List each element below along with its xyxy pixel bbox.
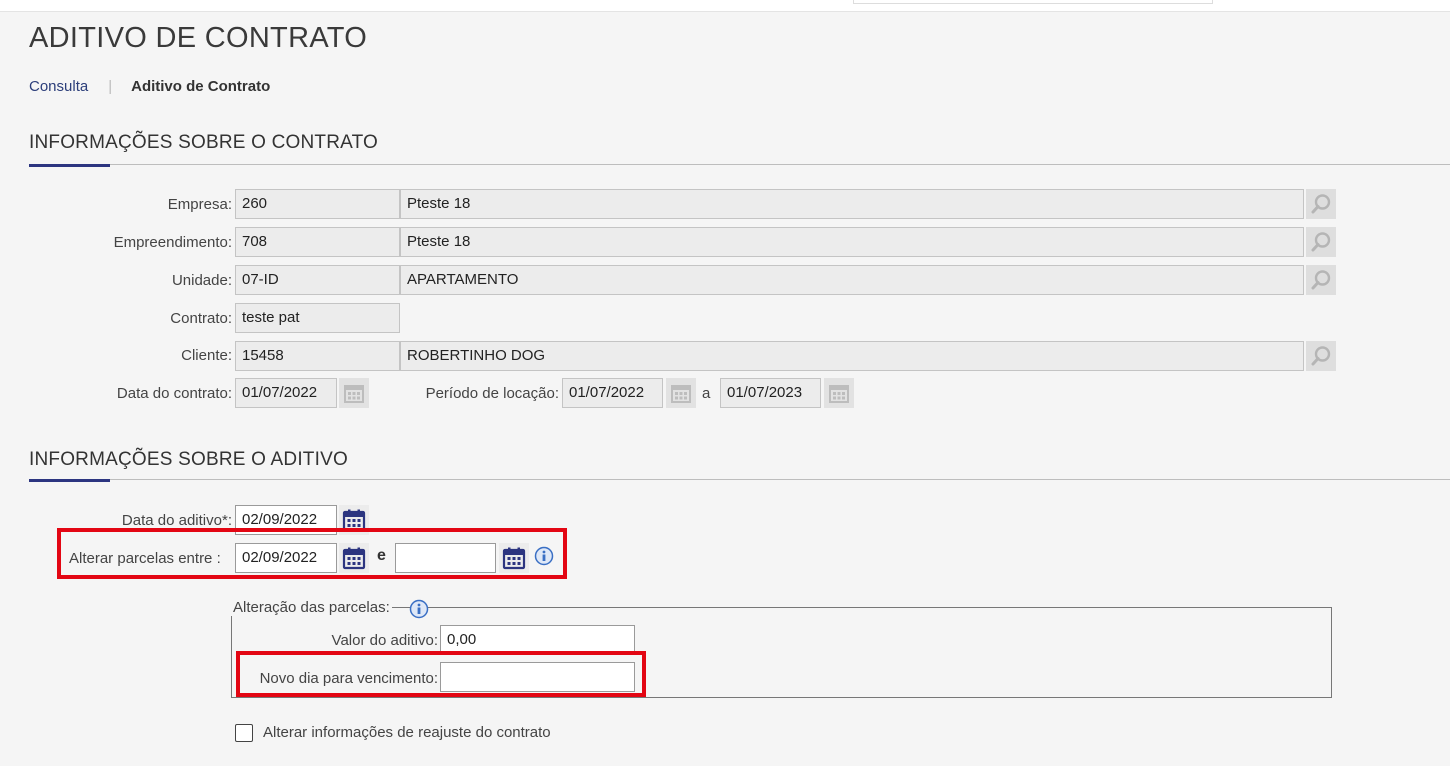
breadcrumb-current: Aditivo de Contrato [131, 78, 271, 95]
cliente-search-button[interactable] [1306, 341, 1336, 371]
empreendimento-code-field: 708 [235, 227, 400, 257]
empreendimento-name-field: Pteste 18 [400, 227, 1304, 257]
novo-dia-input[interactable] [440, 662, 635, 692]
calendar-icon [502, 547, 526, 570]
alterar-parcelas-label: Alterar parcelas entre : [69, 550, 221, 567]
section-accent-bar [29, 479, 110, 482]
section-divider [29, 479, 1450, 480]
calendar-icon [829, 385, 849, 403]
data-contrato-calendar-button[interactable] [339, 378, 369, 408]
calendar-icon [344, 385, 364, 403]
search-icon [1311, 270, 1331, 290]
contract-section-title: INFORMAÇÕES SOBRE O CONTRATO [29, 132, 379, 153]
page-title: ADITIVO DE CONTRATO [29, 22, 368, 54]
alterar-parcelas-inicio-input[interactable]: 02/09/2022 [235, 543, 337, 573]
search-icon [1311, 194, 1331, 214]
data-aditivo-label: Data do aditivo*: [121, 512, 232, 529]
cliente-name-field: ROBERTINHO DOG [400, 341, 1304, 371]
periodo-inicio-field: 01/07/2022 [562, 378, 663, 408]
data-contrato-field: 01/07/2022 [235, 378, 337, 408]
breadcrumb-link-consulta[interactable]: Consulta [29, 78, 88, 95]
periodo-locacao-label: Período de locação: [425, 385, 559, 402]
calendar-icon [342, 547, 366, 570]
novo-dia-label: Novo dia para vencimento: [259, 670, 438, 687]
alteracao-parcelas-legend: Alteração das parcelas: [231, 599, 392, 616]
alterar-parcelas-inicio-calendar-button[interactable] [339, 543, 369, 573]
search-icon [1311, 346, 1331, 366]
contrato-label: Contrato: [170, 310, 232, 327]
breadcrumb-separator: | [108, 78, 113, 95]
empresa-code-field: 260 [235, 189, 400, 219]
empresa-search-button[interactable] [1306, 189, 1336, 219]
empresa-name-field: Pteste 18 [400, 189, 1304, 219]
alterar-parcelas-fim-input[interactable] [395, 543, 496, 573]
cliente-code-field: 15458 [235, 341, 400, 371]
unidade-code-field: 07-ID [235, 265, 400, 295]
data-contrato-label: Data do contrato: [116, 385, 232, 402]
unidade-search-button[interactable] [1306, 265, 1336, 295]
alterar-parcelas-separator: e [377, 547, 386, 564]
empresa-label: Empresa: [167, 196, 232, 213]
info-icon[interactable] [534, 546, 554, 566]
calendar-icon [671, 385, 691, 403]
section-accent-bar [29, 164, 110, 167]
top-search-box[interactable] [853, 0, 1213, 4]
periodo-separator: a [702, 385, 711, 402]
empreendimento-label: Empreendimento: [113, 234, 232, 251]
periodo-fim-calendar-button[interactable] [824, 378, 854, 408]
top-bar [0, 0, 1450, 12]
breadcrumb: Consulta | Aditivo de Contrato [29, 78, 270, 95]
aditivo-section-title: INFORMAÇÕES SOBRE O ADITIVO [29, 449, 348, 470]
section-divider [29, 164, 1450, 165]
alterar-parcelas-fim-calendar-button[interactable] [499, 543, 529, 573]
unidade-label: Unidade: [171, 272, 232, 289]
valor-aditivo-label: Valor do aditivo: [331, 632, 438, 649]
reajuste-checkbox[interactable] [235, 724, 253, 742]
unidade-name-field: APARTAMENTO [400, 265, 1304, 295]
search-icon [1311, 232, 1331, 252]
periodo-fim-field: 01/07/2023 [720, 378, 821, 408]
info-icon[interactable] [409, 599, 429, 619]
reajuste-checkbox-label[interactable]: Alterar informações de reajuste do contr… [263, 724, 551, 741]
cliente-label: Cliente: [181, 347, 232, 364]
periodo-inicio-calendar-button[interactable] [666, 378, 696, 408]
contrato-field: teste pat [235, 303, 400, 333]
empreendimento-search-button[interactable] [1306, 227, 1336, 257]
